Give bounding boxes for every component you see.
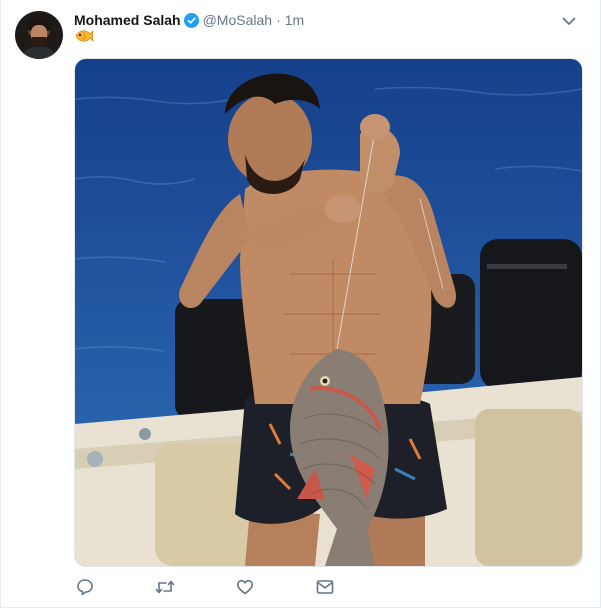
tweet-card[interactable]: Mohamed Salah @MoSalah · 1m	[0, 0, 601, 608]
author-handle[interactable]: @MoSalah	[203, 12, 272, 28]
tweet-photo[interactable]	[74, 58, 583, 567]
fish-emoji-icon	[74, 27, 94, 47]
avatar-shirt	[21, 47, 57, 59]
avatar-beard	[31, 37, 47, 47]
tweet-actions	[74, 576, 474, 600]
retweet-icon[interactable]	[154, 576, 176, 598]
chevron-down-icon[interactable]	[560, 12, 578, 30]
reply-icon[interactable]	[74, 576, 96, 598]
tweet-header: Mohamed Salah @MoSalah · 1m	[74, 10, 304, 30]
author-name[interactable]: Mohamed Salah	[74, 12, 181, 28]
photo-illustration	[75, 73, 582, 566]
separator-dot: ·	[276, 12, 281, 28]
like-icon[interactable]	[234, 576, 256, 598]
direct-message-icon[interactable]	[314, 576, 336, 598]
verified-badge-icon	[183, 12, 199, 28]
avatar[interactable]	[15, 11, 63, 59]
tweet-timestamp[interactable]: 1m	[285, 12, 304, 28]
